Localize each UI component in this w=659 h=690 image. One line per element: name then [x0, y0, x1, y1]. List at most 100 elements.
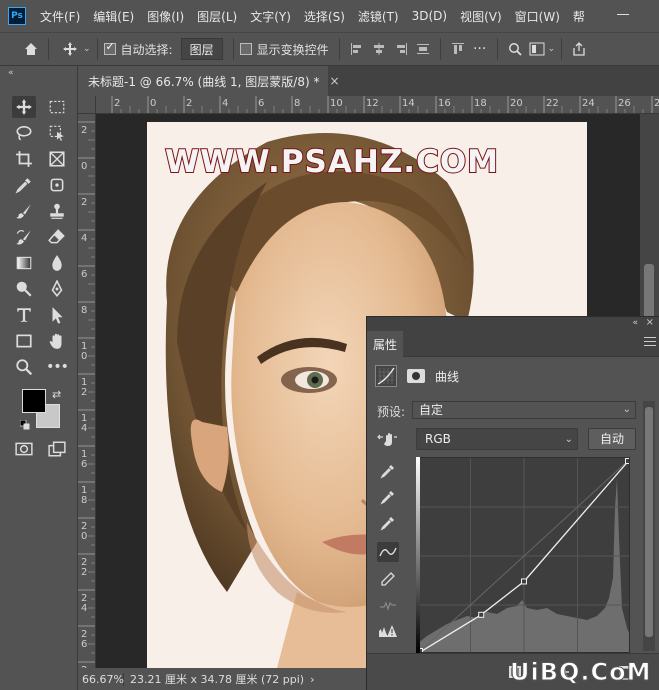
collapse-icon[interactable]: «	[8, 68, 14, 78]
ruler-label: 8	[81, 495, 87, 506]
crop-tool-icon[interactable]	[12, 148, 36, 170]
ruler-label: 18	[474, 98, 487, 109]
zoom-tool-icon[interactable]	[12, 356, 36, 378]
swap-colors-icon[interactable]: ⇄	[52, 388, 61, 401]
gradient-tool-icon[interactable]	[12, 252, 36, 274]
align-right-icon[interactable]	[390, 38, 412, 60]
vertical-ruler[interactable]: 20246810121416182022242628	[78, 114, 96, 668]
document-tab[interactable]: 未标题-1 @ 66.7% (曲线 1, 图层蒙版/8) * ×	[78, 66, 340, 96]
menu-window[interactable]: 窗口(W)	[515, 8, 560, 25]
menu-view[interactable]: 视图(V)	[460, 8, 502, 25]
curves-graph[interactable]	[416, 457, 630, 653]
align-top-icon[interactable]	[447, 38, 469, 60]
pencil-draw-icon[interactable]	[377, 569, 399, 589]
object-select-tool-icon[interactable]	[45, 122, 69, 144]
adjustment-header: 曲线	[367, 363, 659, 389]
ruler-label: 0	[81, 161, 87, 172]
minimize-icon[interactable]	[613, 4, 633, 24]
auto-select-checkbox[interactable]	[103, 40, 116, 55]
channel-dropdown[interactable]: RGB ⌄	[416, 428, 578, 450]
path-select-tool-icon[interactable]	[45, 304, 69, 326]
tab-properties[interactable]: 属性	[367, 331, 403, 357]
frame-tool-icon[interactable]	[45, 148, 69, 170]
marquee-tool-icon[interactable]	[45, 96, 69, 118]
pen-tool-icon[interactable]	[45, 278, 69, 300]
menu-3d[interactable]: 3D(D)	[412, 9, 447, 23]
ruler-label: 22	[546, 98, 559, 109]
layer-mask-icon[interactable]	[407, 369, 425, 383]
smooth-curve-icon[interactable]	[377, 595, 399, 615]
on-image-adjust-icon[interactable]	[377, 429, 399, 449]
move-tool-icon[interactable]	[12, 96, 36, 118]
hand-tool-icon[interactable]	[45, 330, 69, 352]
auto-button[interactable]: 自动	[588, 428, 636, 450]
panel-menu-icon[interactable]	[644, 337, 656, 347]
scrollbar-thumb[interactable]	[644, 264, 654, 324]
close-icon[interactable]: ×	[646, 317, 654, 328]
default-colors-icon[interactable]	[20, 420, 30, 430]
white-point-eyedropper-icon[interactable]	[377, 513, 399, 533]
ruler-label: 0	[150, 98, 156, 109]
watermark-text: WWW.PSAHZ.COM	[164, 143, 500, 181]
tools-panel: « ••• ⇄	[0, 66, 78, 690]
more-tools-icon[interactable]: •••	[45, 356, 69, 378]
stamp-tool-icon[interactable]	[45, 200, 69, 222]
rectangle-tool-icon[interactable]	[12, 330, 36, 352]
ruler-origin[interactable]	[78, 96, 96, 114]
chevron-down-icon[interactable]: ⌄	[548, 44, 556, 54]
move-tool-icon[interactable]	[59, 38, 81, 60]
menu-edit[interactable]: 编辑(E)	[93, 8, 134, 25]
menu-type[interactable]: 文字(Y)	[250, 8, 291, 25]
screen-mode-icon[interactable]	[45, 438, 69, 460]
chevron-down-icon[interactable]: ⌄	[83, 44, 91, 54]
gray-point-eyedropper-icon[interactable]	[377, 487, 399, 507]
home-icon[interactable]	[20, 38, 42, 60]
patch-tool-icon[interactable]	[45, 174, 69, 196]
blur-tool-icon[interactable]	[45, 252, 69, 274]
output-gradient	[416, 457, 420, 653]
curve-control-point[interactable]	[625, 458, 631, 464]
status-menu-arrow[interactable]: ›	[310, 673, 314, 686]
share-icon[interactable]	[568, 38, 590, 60]
foreground-color-swatch[interactable]	[22, 389, 46, 413]
type-tool-icon[interactable]	[12, 304, 36, 326]
workspace-icon[interactable]	[526, 38, 548, 60]
zoom-level[interactable]: 66.67%	[78, 672, 124, 686]
menu-select[interactable]: 选择(S)	[304, 8, 345, 25]
distribute-icon[interactable]	[412, 38, 434, 60]
quick-mask-icon[interactable]	[12, 438, 36, 460]
dodge-tool-icon[interactable]	[12, 278, 36, 300]
more-options-icon[interactable]: ···	[469, 38, 491, 60]
ruler-label: 2	[186, 98, 192, 109]
history-brush-tool-icon[interactable]	[12, 226, 36, 248]
search-icon[interactable]	[504, 38, 526, 60]
curve-control-point[interactable]	[478, 611, 485, 618]
preset-dropdown[interactable]: 自定 ⌄	[412, 401, 636, 419]
menu-image[interactable]: 图像(I)	[147, 8, 184, 25]
separator	[232, 38, 234, 60]
ruler-ticks: 20246810121416182022242628	[111, 96, 659, 113]
align-center-icon[interactable]	[368, 38, 390, 60]
scrollbar-thumb[interactable]	[645, 407, 653, 637]
black-point-eyedropper-icon[interactable]	[377, 461, 399, 481]
eyedropper-tool-icon[interactable]	[12, 174, 36, 196]
curves-adjustment-icon[interactable]	[375, 365, 397, 387]
collapse-icon[interactable]: «	[632, 318, 638, 328]
menu-layer[interactable]: 图层(L)	[197, 8, 237, 25]
lasso-tool-icon[interactable]	[12, 122, 36, 144]
brush-tool-icon[interactable]	[12, 200, 36, 222]
menu-file[interactable]: 文件(F)	[40, 8, 80, 25]
menu-help[interactable]: 帮	[573, 8, 585, 25]
horizontal-ruler[interactable]: 20246810121416182022242628	[96, 96, 659, 114]
menu-filter[interactable]: 滤镜(T)	[358, 8, 399, 25]
curve-control-point[interactable]	[521, 578, 527, 585]
curve-point-tool-icon[interactable]	[377, 542, 399, 562]
close-icon[interactable]: ×	[329, 74, 339, 88]
clipping-warning-icon[interactable]	[377, 621, 399, 641]
panel-scrollbar[interactable]	[643, 401, 655, 651]
auto-select-dropdown[interactable]: 图层	[180, 38, 223, 60]
align-left-icon[interactable]	[346, 38, 368, 60]
menu-bar: Ps 文件(F) 编辑(E) 图像(I) 图层(L) 文字(Y) 选择(S) 滤…	[0, 0, 659, 32]
eraser-tool-icon[interactable]	[45, 226, 69, 248]
show-transform-checkbox[interactable]	[239, 43, 252, 55]
